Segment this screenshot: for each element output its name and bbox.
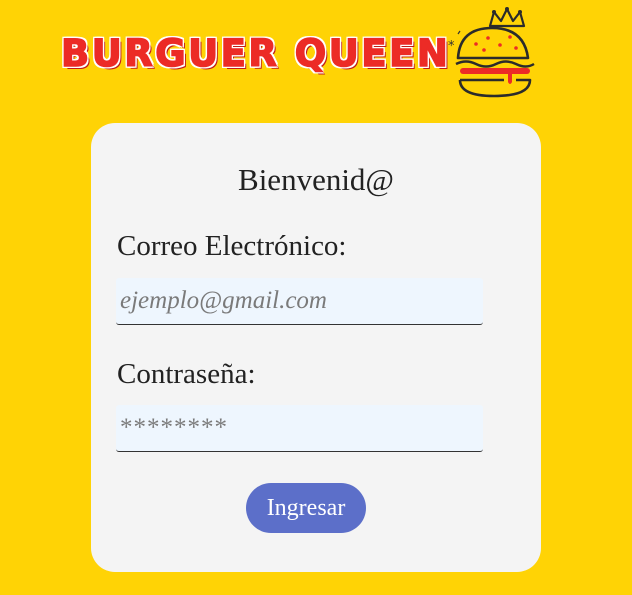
email-label: Correo Electrónico: [117,230,347,262]
welcome-title: Bienvenid@ [238,162,394,197]
brand-title: BURGUER QUEEN [60,31,451,76]
svg-text:*: * [448,39,455,54]
email-field[interactable] [116,278,483,325]
password-field[interactable] [116,405,483,452]
burger-with-crown-icon: * [448,7,535,98]
password-label: Contraseña: [117,358,256,390]
login-button[interactable]: Ingresar [246,483,366,533]
app-header: BURGUER QUEEN * [0,0,632,110]
